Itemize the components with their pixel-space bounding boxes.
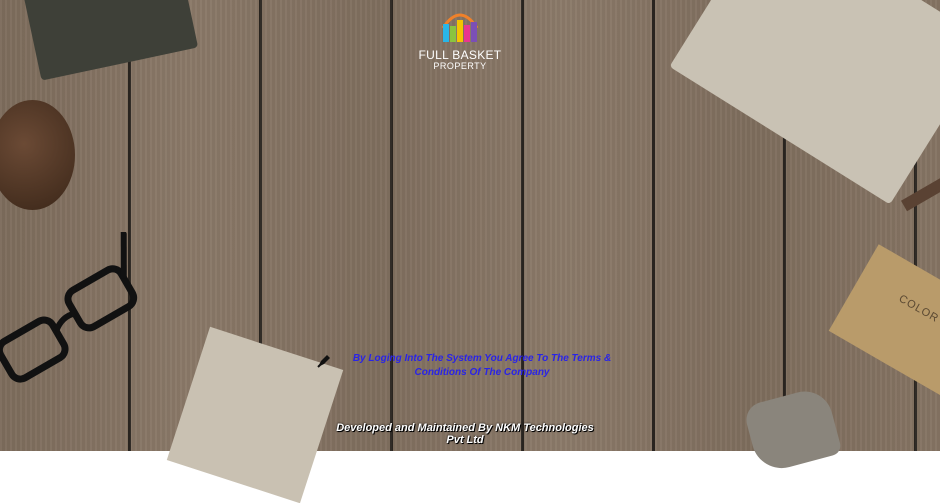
- logo-subtitle: PROPERTY: [433, 61, 487, 71]
- footer-credit: Developed and Maintained By NKM Technolo…: [336, 422, 594, 446]
- company-logo: FULL BASKET PROPERTY: [410, 8, 510, 71]
- box-label: COLOR SLIDE: [896, 292, 940, 346]
- terms-notice: By Loging Into The System You Agree To T…: [315, 352, 635, 380]
- pen-nib-icon: [317, 355, 330, 368]
- basket-logo-icon: [441, 13, 479, 42]
- logo-title: FULL BASKET: [418, 48, 502, 62]
- terms-link[interactable]: By Loging Into The System You Agree To T…: [315, 352, 635, 380]
